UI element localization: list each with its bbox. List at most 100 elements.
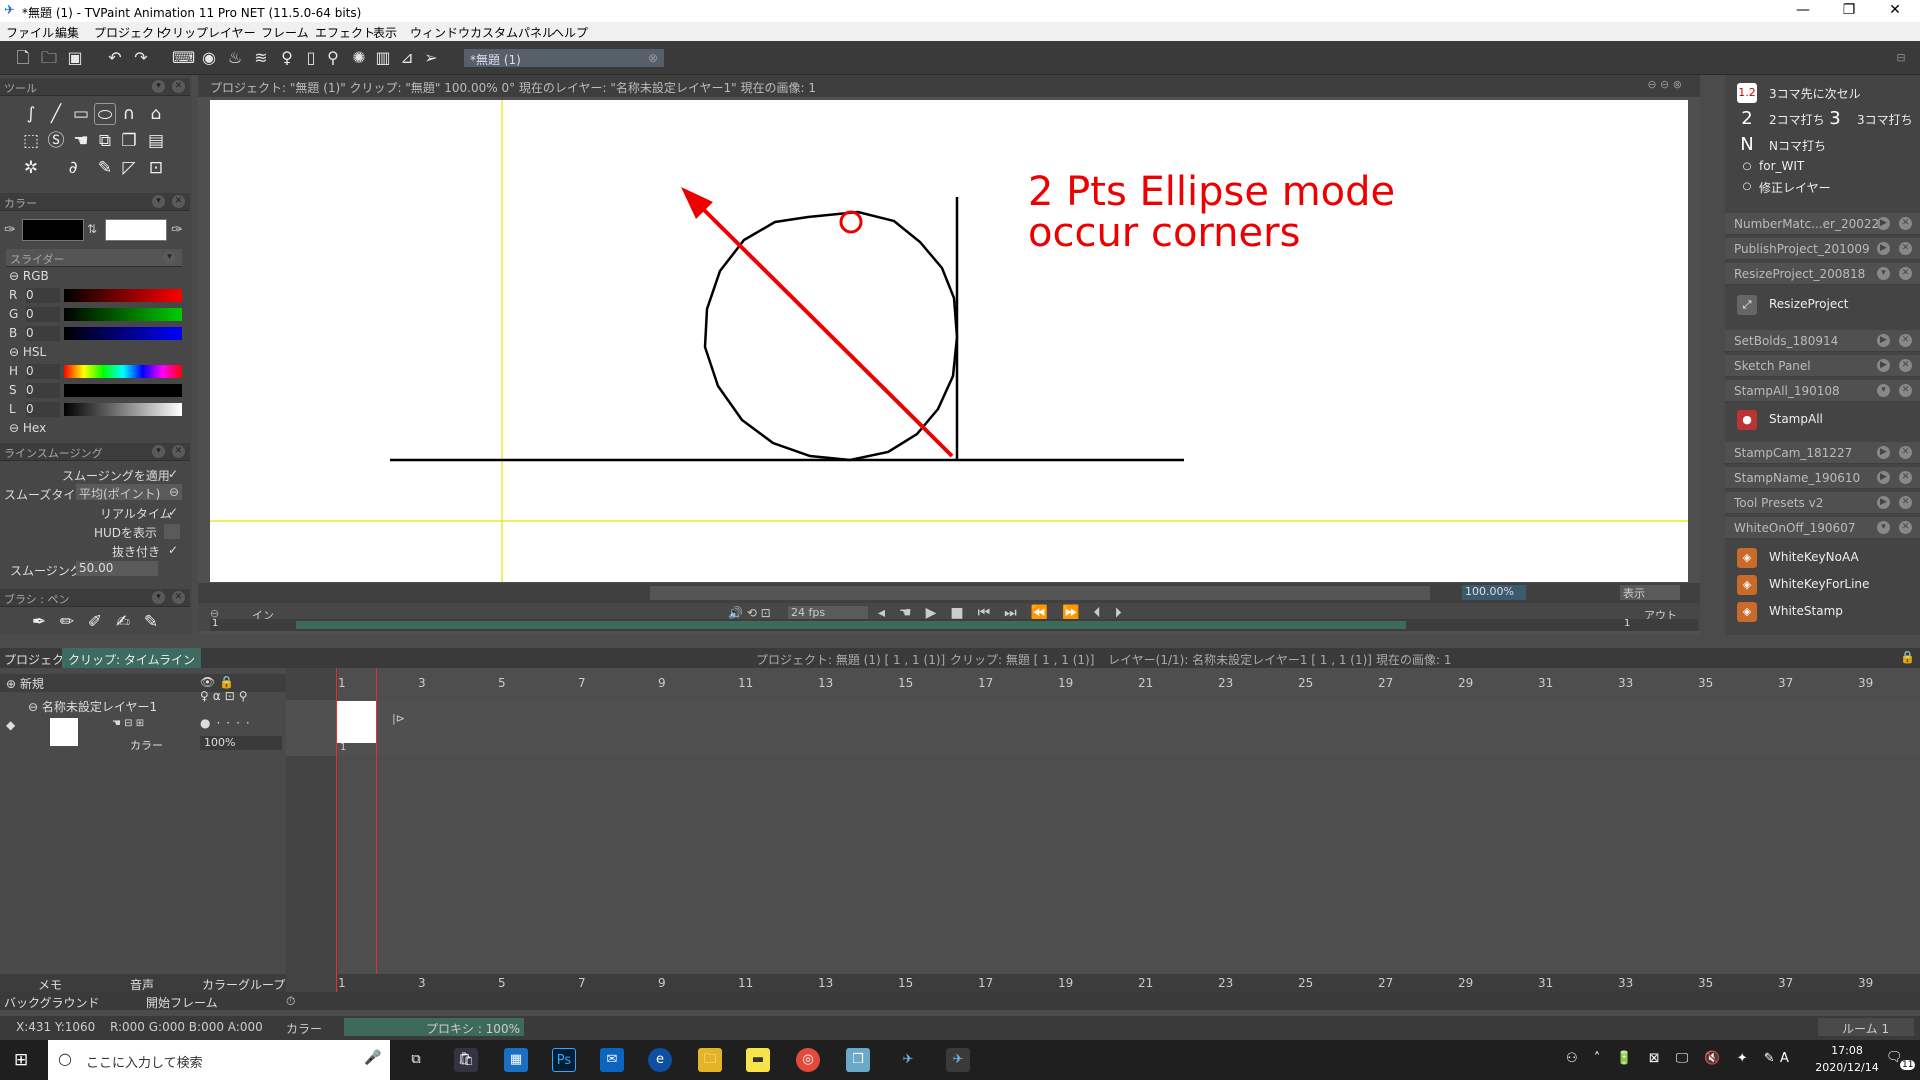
script-row-stampall[interactable]: StampAll_190108 ▾ ✕ [1725, 380, 1920, 402]
file-explorer-icon[interactable]: 🗀 [698, 1048, 722, 1072]
ruler-frame-number[interactable]: 37 [1778, 976, 1793, 990]
clone-icon[interactable]: ❐ [118, 130, 140, 152]
maximize-button[interactable]: ❐ [1826, 2, 1872, 18]
ruler-frame-number[interactable]: 1 [338, 976, 346, 990]
layer-light-table-dots[interactable]: ●···· [200, 716, 256, 730]
tvpaint-active-icon[interactable]: ✈ [946, 1048, 970, 1072]
layer-thumbnail[interactable] [50, 718, 78, 746]
chart-icon[interactable]: ▥ [372, 48, 394, 68]
eyedropper-icon[interactable]: ✑ [4, 222, 16, 238]
sticky-notes-icon[interactable]: ▬ [746, 1048, 770, 1072]
drawing-canvas[interactable]: 2 Pts Ellipse mode occur corners [210, 100, 1688, 582]
lightbulb-icon[interactable]: ♀ [276, 48, 298, 68]
app-icon-generic[interactable]: ❒ [846, 1048, 870, 1072]
mail-icon[interactable]: ✉ [600, 1048, 624, 1072]
ruler-frame-number[interactable]: 23 [1218, 976, 1233, 990]
windows-start-icon[interactable]: ⊞ [14, 1050, 28, 1070]
ruler-frame-number[interactable]: 7 [578, 676, 586, 690]
ruler-frame-number[interactable]: 5 [498, 976, 506, 990]
rectangle-tool-icon[interactable]: ▭ [70, 103, 92, 125]
slider-g[interactable]: G 0 [0, 306, 190, 323]
warp-icon[interactable]: ✲ [20, 157, 42, 179]
ruler-frame-number[interactable]: 17 [978, 976, 993, 990]
brush-pot-icon[interactable]: ♨ [224, 48, 246, 68]
swap-colors-icon[interactable]: ⇅ [87, 222, 97, 236]
slider-h-bar[interactable] [64, 365, 182, 378]
horizontal-scrollbar[interactable] [650, 586, 1430, 600]
fx-icon[interactable]: ✺ [348, 48, 370, 68]
microphone-icon[interactable]: 🎤 [364, 1050, 381, 1066]
store-icon[interactable]: 🛍 [454, 1048, 478, 1072]
realtime-checkbox[interactable]: ✓ [168, 505, 178, 519]
panel-menu-icon[interactable]: ▾ [152, 80, 165, 93]
smooth-type-select[interactable]: 平均(ポイント) ⊖ [76, 484, 182, 501]
slider-s-bar[interactable] [64, 384, 182, 397]
ruler-frame-number[interactable]: 11 [738, 976, 753, 990]
new-file-icon[interactable]: 🗋 [12, 48, 34, 68]
start-frame-label[interactable]: 開始フレーム [146, 994, 218, 1011]
ruler-frame-number[interactable]: 13 [818, 676, 833, 690]
menu-effect[interactable]: エフェクト [315, 24, 375, 41]
ruler-frame-number[interactable]: 19 [1058, 676, 1073, 690]
panel-close-icon[interactable]: ✕ [172, 195, 185, 208]
send-icon[interactable]: ➢ [420, 48, 442, 68]
slider-g-value[interactable]: 0 [26, 307, 60, 322]
ruler-frame-number[interactable]: 31 [1538, 676, 1553, 690]
room-select[interactable]: ルーム 1 [1818, 1018, 1914, 1036]
panel-close-icon[interactable]: ✕ [172, 80, 185, 93]
curve-tool-icon[interactable]: ∩ [118, 103, 140, 125]
select-shape-icon[interactable]: Ⓢ [45, 130, 67, 152]
timer-icon[interactable]: ⏱ [286, 994, 295, 1009]
ime-indicator[interactable]: A [1780, 1051, 1789, 1066]
ruler-frame-number[interactable]: 25 [1298, 676, 1313, 690]
hsl-mode-label[interactable]: ⊖ HSL [9, 345, 46, 359]
save-icon[interactable]: ▣ [64, 48, 86, 68]
menu-project[interactable]: プロジェクト [94, 24, 166, 41]
tvpaint-icon[interactable]: ✈ [896, 1048, 920, 1072]
ruler-frame-number[interactable]: 31 [1538, 976, 1553, 990]
secondary-color-swatch[interactable] [105, 219, 167, 241]
ellipse-tool-icon[interactable]: ⬭ [94, 103, 116, 125]
close-button[interactable]: ✕ [1872, 2, 1918, 18]
slider-h-value[interactable]: 0 [26, 364, 60, 379]
photos-icon[interactable]: ▦ [504, 1048, 528, 1072]
slider-g-bar[interactable] [64, 308, 182, 321]
ruler-frame-number[interactable]: 35 [1698, 976, 1713, 990]
ruler-frame-number[interactable]: 11 [738, 676, 753, 690]
ruler-frame-number[interactable]: 35 [1698, 676, 1713, 690]
menu-file[interactable]: ファイル [6, 24, 54, 41]
ruler-frame-number[interactable]: 9 [658, 976, 666, 990]
script-row-stampcam[interactable]: StampCam_181227 ▶ ✕ [1725, 442, 1920, 464]
script-row-whiteonoff[interactable]: WhiteOnOff_190607 ▾ ✕ [1725, 517, 1920, 539]
layer-mode-icons[interactable]: ☚ ⊟ ⊞ [112, 718, 144, 729]
ruler-frame-number[interactable]: 33 [1618, 676, 1633, 690]
eyedropper-icon[interactable]: ✑ [171, 222, 183, 238]
ruler-frame-number[interactable]: 21 [1138, 676, 1153, 690]
menu-edit[interactable]: 編集 [55, 24, 79, 41]
ruler-frame-number[interactable]: 27 [1378, 976, 1393, 990]
playback-icons[interactable]: 🔊 ⟲ ⊡ [728, 606, 771, 620]
camera-icon[interactable]: ▤ [145, 130, 167, 152]
ruler-frame-number[interactable]: 3 [418, 676, 426, 690]
redo-icon[interactable]: ↷ [130, 48, 152, 68]
script-row-publishproject[interactable]: PublishProject_201009 ▶ ✕ [1725, 238, 1920, 260]
fill-tool-icon[interactable]: ⌂ [145, 103, 167, 125]
rgb-mode-label[interactable]: ⊖ RGB [9, 269, 49, 283]
slider-b-value[interactable]: 0 [26, 326, 60, 341]
script-row-stampname[interactable]: StampName_190610 ▶ ✕ [1725, 467, 1920, 489]
ruler-frame-number[interactable]: 13 [818, 976, 833, 990]
slider-b[interactable]: B 0 [0, 325, 190, 342]
current-frame-marker[interactable] [336, 668, 377, 994]
edge-icon[interactable]: e [648, 1048, 672, 1072]
ruler-frame-number[interactable]: 5 [498, 676, 506, 690]
ruler-frame-number[interactable]: 39 [1858, 676, 1873, 690]
drawing-svg[interactable]: 2 Pts Ellipse mode occur corners [210, 100, 1688, 582]
ruler-frame-number[interactable]: 27 [1378, 676, 1393, 690]
task-view-icon[interactable]: ⧉ [404, 1048, 428, 1072]
clock-date[interactable]: 2020/12/14 [1806, 1061, 1888, 1074]
layer-toggle-icons[interactable]: 👁🔒♀α⊡⚲ [200, 675, 286, 703]
slider-l-bar[interactable] [64, 403, 182, 416]
select-rect-icon[interactable]: ⬚ [20, 130, 42, 152]
slider-s[interactable]: S 0 [0, 382, 190, 399]
keyboard-icon[interactable]: ⌨ [172, 48, 195, 68]
